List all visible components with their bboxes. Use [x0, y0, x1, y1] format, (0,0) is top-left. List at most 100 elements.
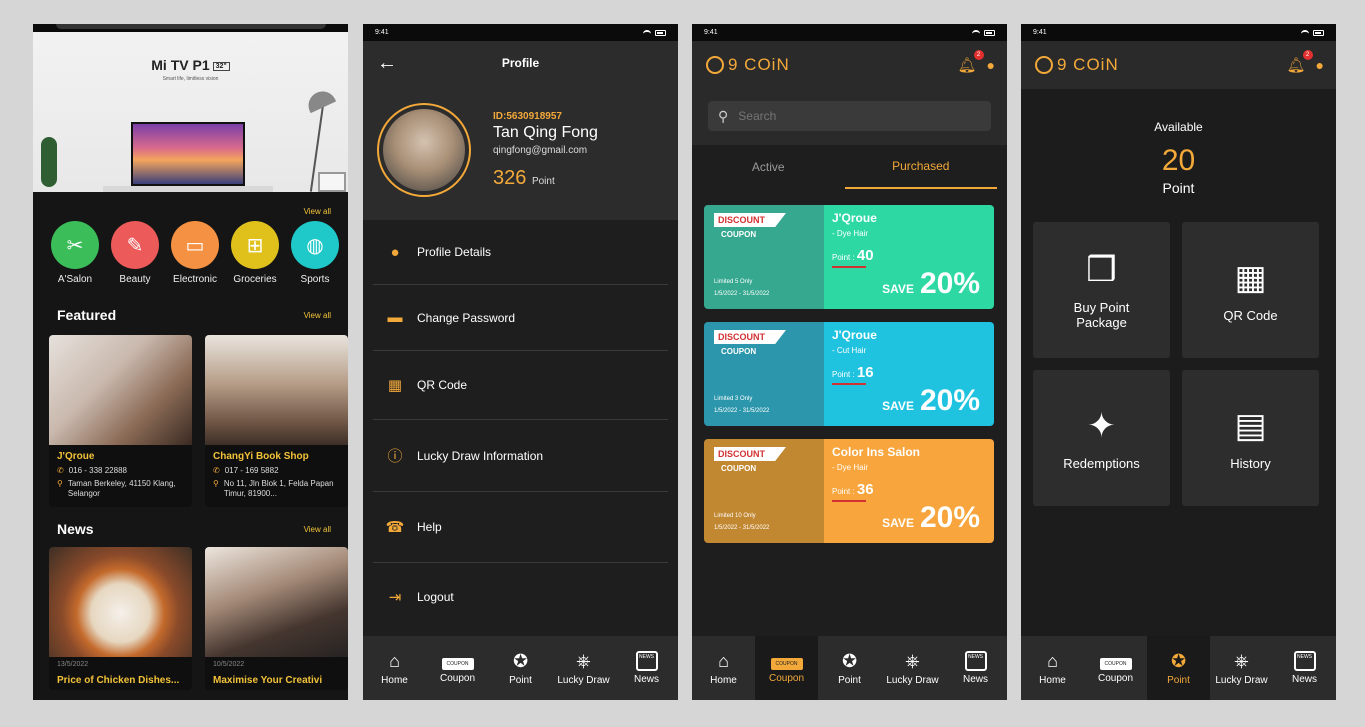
news-card[interactable]: 13/5/2022 Price of Chicken Dishes...: [49, 547, 192, 690]
menu-qr-code[interactable]: ▦ QR Code: [373, 351, 668, 420]
nav-coupon[interactable]: COUPON Coupon: [755, 636, 818, 700]
featured-image: [205, 335, 348, 445]
wifi-icon: [972, 29, 980, 36]
qr-code-button[interactable]: ▦ QR Code: [1182, 222, 1319, 358]
bottom-nav: ⌂ Home COUPON Coupon ✪ Point ⎈ Lucky Draw NE…: [692, 636, 1007, 700]
coupon-service: - Dye Hair: [832, 463, 869, 472]
coupon-limit: Limited 10 Only: [714, 513, 756, 519]
point-screen: 9:41 9 COiN 🔔︎ 2 ● Available 20 Point ❒ Bu…: [1021, 24, 1336, 700]
user-icon[interactable]: ●: [1316, 57, 1324, 73]
banner-badge: 32": [212, 61, 230, 71]
nav-coupon[interactable]: COUPON Coupon: [1084, 636, 1147, 700]
coupon-card[interactable]: DISCOUNT COUPON Limited 5 Only 1/5/2022 …: [704, 205, 994, 309]
page-title: Profile: [501, 56, 540, 70]
home-icon: ⌂: [718, 651, 729, 671]
coupon-card[interactable]: DISCOUNT COUPON Limited 3 Only 1/5/2022 …: [704, 322, 994, 426]
search-input[interactable]: [738, 109, 959, 123]
nav-point[interactable]: ✪ Point: [489, 636, 552, 700]
category-label: Electronic: [173, 274, 217, 285]
menu-help[interactable]: ☎ Help: [373, 492, 668, 563]
nav-news[interactable]: NEWS News: [615, 636, 678, 700]
redemptions-button[interactable]: ✦ Redemptions: [1033, 370, 1170, 506]
info-icon: ⓘ: [387, 448, 403, 465]
available-label: Available: [1154, 120, 1203, 134]
banner-subtitle: Smart life, limitless vision: [162, 76, 219, 82]
promo-banner[interactable]: Mi TV P1 32" Smart life, limitless vision: [33, 32, 348, 192]
tab-active[interactable]: Active: [692, 145, 845, 189]
status-bar: 9:41: [692, 24, 1007, 41]
nav-home[interactable]: ⌂ Home: [692, 636, 755, 700]
coupon-store: Color Ins Salon: [832, 445, 921, 459]
wifi-icon: [1301, 29, 1309, 36]
menu-lucky-draw-info[interactable]: ⓘ Lucky Draw Information: [373, 420, 668, 492]
history-clock-icon: ▤: [1234, 406, 1267, 445]
qr-code-icon: ▦: [387, 377, 403, 394]
featured-card[interactable]: J'Qroue ✆ 016 - 338 22888 ⚲ Taman Berkeley…: [49, 335, 192, 507]
store-address: No 11, Jln Blok 1, Felda Papan Timur, 81…: [223, 479, 334, 498]
category-sports[interactable]: ◍ Sports: [291, 221, 339, 285]
category-groceries[interactable]: ⊞ Groceries: [231, 221, 279, 285]
available-points: Available 20 Point: [1021, 89, 1336, 196]
points-unit: Point: [531, 176, 555, 187]
wheel-icon: ⎈: [1234, 651, 1249, 671]
status-time: 9:41: [1033, 29, 1047, 36]
nav-point[interactable]: ✪ Point: [1147, 636, 1210, 700]
available-value: 20: [1161, 144, 1196, 177]
nav-point[interactable]: ✪ Point: [818, 636, 881, 700]
nav-coupon[interactable]: COUPON Coupon: [426, 636, 489, 700]
notification-bell-icon[interactable]: 🔔︎ 2: [957, 50, 984, 74]
nav-lucky-draw[interactable]: ⎈ Lucky Draw: [881, 636, 944, 700]
category-salon[interactable]: ✂ A'Salon: [51, 221, 99, 285]
category-beauty[interactable]: ✎ Beauty: [111, 221, 159, 285]
tab-purchased[interactable]: Purchased: [844, 145, 997, 189]
categories-view-all-link[interactable]: View all: [304, 207, 331, 216]
coupon-save: SAVE 20%: [882, 501, 980, 534]
status-bar: 9:41: [1021, 24, 1336, 41]
logout-icon: ⇥: [388, 589, 402, 606]
coupon-service: - Dye Hair: [832, 229, 869, 238]
menu-label: Change Password: [417, 310, 516, 325]
nav-news[interactable]: NEWS News: [944, 636, 1007, 700]
nav-lucky-draw[interactable]: ⎈ Lucky Draw: [552, 636, 615, 700]
news-view-all-link[interactable]: View all: [304, 525, 331, 534]
nav-news[interactable]: NEWS News: [1273, 636, 1336, 700]
tv-image: [131, 122, 245, 186]
history-button[interactable]: ▤ History: [1182, 370, 1319, 506]
menu-profile-details[interactable]: ● Profile Details: [373, 220, 668, 285]
notification-bell-icon[interactable]: 🔔︎ 2: [1286, 50, 1313, 74]
category-electronic[interactable]: ▭ Electronic: [171, 221, 219, 285]
featured-view-all-link[interactable]: View all: [304, 311, 331, 320]
user-icon[interactable]: ●: [987, 57, 995, 73]
coupon-service: - Cut Hair: [832, 346, 867, 355]
app-logo[interactable]: 9 COiN: [1035, 55, 1119, 75]
app-header: 9 COiN 🔔︎ 2 ●: [1021, 41, 1336, 89]
location-pin-icon: ⚲: [213, 479, 219, 488]
profile-header: ← Profile ID:5630918957 Tan Qing Fong qi…: [363, 41, 678, 220]
nav-lucky-draw[interactable]: ⎈ Lucky Draw: [1210, 636, 1273, 700]
tv-stand-image: [103, 186, 273, 192]
coupon-tabs: Active Purchased: [692, 145, 1007, 189]
discount-ticket-icon: ✦: [1087, 406, 1116, 445]
featured-title: Featured: [57, 307, 117, 323]
bottom-nav: ⌂ Home COUPON Coupon ✪ Point ⎈ Lucky Draw NE…: [363, 636, 678, 700]
news-icon: NEWS: [635, 651, 658, 671]
nav-home[interactable]: ⌂ Home: [363, 636, 426, 700]
app-header: 9 COiN 🔔︎ 2 ●: [692, 41, 1007, 89]
coupon-card[interactable]: DISCOUNT COUPON Limited 10 Only 1/5/2022…: [704, 439, 994, 543]
coupon-tag: COUPON: [721, 347, 757, 356]
featured-card[interactable]: ChangYi Book Shop ✆ 017 - 169 5882 ⚲ No 11…: [205, 335, 348, 507]
plant-image: [41, 137, 57, 187]
menu-logout[interactable]: ⇥ Logout: [373, 563, 668, 631]
star-icon: ✪: [841, 651, 858, 671]
star-icon: ✪: [1170, 651, 1187, 671]
buy-point-package-button[interactable]: ❒ Buy Point Package: [1033, 222, 1170, 358]
notification-badge: 2: [1302, 50, 1313, 60]
coin-logo-icon: [706, 56, 724, 74]
avatar[interactable]: [377, 103, 471, 197]
coupon-limit: Limited 5 Only: [714, 279, 753, 285]
news-card[interactable]: 10/5/2022 Maximise Your Creativi: [205, 547, 348, 690]
app-logo[interactable]: 9 COiN: [706, 55, 790, 75]
status-time: 9:41: [375, 29, 389, 36]
nav-home[interactable]: ⌂ Home: [1021, 636, 1084, 700]
menu-change-password[interactable]: ▬ Change Password: [373, 285, 668, 351]
